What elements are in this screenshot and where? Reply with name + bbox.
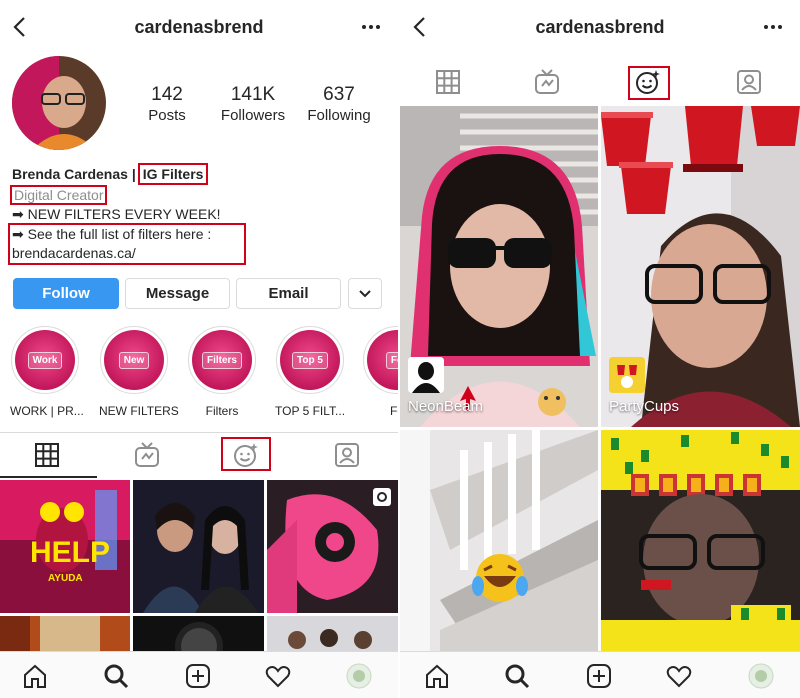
effect-tile-partycups[interactable]: PartyCups xyxy=(601,106,800,427)
profile-tabs xyxy=(0,432,398,478)
more-options-icon[interactable] xyxy=(360,14,382,40)
highlight-new-filters[interactable]: New NEW FILTERS xyxy=(99,326,179,418)
profile-panel-grid: cardenasbrend 142 Posts 141K Followers 6… xyxy=(0,0,398,698)
followers-label: Followers xyxy=(220,107,286,124)
profile-username: cardenasbrend xyxy=(535,17,665,37)
profile-header: cardenasbrend xyxy=(0,0,398,56)
effects-tab-annotation xyxy=(628,66,670,100)
profile-username: cardenasbrend xyxy=(134,17,264,37)
highlight-ring: New xyxy=(100,326,168,394)
effect-tile[interactable] xyxy=(601,430,800,651)
post-thumbnail[interactable] xyxy=(133,616,264,651)
effect-tile[interactable] xyxy=(400,430,598,651)
profile-tabs xyxy=(400,56,800,106)
posts-count: 142 xyxy=(151,84,183,105)
tagged-tab-icon[interactable] xyxy=(735,68,763,96)
bio-line-1: ➡ NEW FILTERS EVERY WEEK! xyxy=(12,206,221,222)
chevron-down-icon xyxy=(359,290,371,298)
home-icon[interactable] xyxy=(424,663,450,689)
highlight-ring: Filters xyxy=(188,326,256,394)
post-caption-subtext: AYUDA xyxy=(48,573,83,584)
new-post-icon[interactable] xyxy=(586,663,612,689)
profile-header: cardenasbrend xyxy=(400,0,800,56)
highlight-badge: Top 5 xyxy=(292,351,328,369)
highlight-badge: Filters xyxy=(201,351,242,369)
bio-annotation-box xyxy=(8,223,246,265)
highlight-ring: Work xyxy=(11,326,79,394)
profile-avatar-icon[interactable] xyxy=(346,663,372,689)
avatar[interactable] xyxy=(12,56,106,150)
bio-category: Digital Creator xyxy=(10,185,108,205)
heart-icon[interactable] xyxy=(265,663,291,689)
post-thumbnail[interactable] xyxy=(267,480,398,613)
highlight-label: NEW FILTERS xyxy=(99,404,179,418)
following-count: 637 xyxy=(323,84,355,105)
effects-tab-annotation xyxy=(221,437,271,471)
search-icon[interactable] xyxy=(103,663,129,689)
grid-tab-icon[interactable] xyxy=(434,68,462,96)
email-button[interactable]: Email xyxy=(236,278,341,309)
highlight-badge: Fo xyxy=(385,351,398,369)
highlight-top5[interactable]: Top 5 TOP 5 FILT... xyxy=(275,326,345,418)
followers-count: 141K xyxy=(230,84,276,105)
profile-avatar-icon[interactable] xyxy=(748,663,774,689)
tagged-tab-icon[interactable] xyxy=(333,441,361,469)
post-thumbnail[interactable] xyxy=(0,616,130,651)
following-stat[interactable]: 637 Following xyxy=(294,84,384,126)
highlight-filters[interactable]: Filters Filters xyxy=(187,326,257,418)
neonbeam-effect-icon xyxy=(408,357,444,393)
search-icon[interactable] xyxy=(504,663,530,689)
highlight-label: WORK | PR... xyxy=(10,404,84,418)
follow-button[interactable]: Follow xyxy=(13,278,119,309)
post-thumbnail[interactable]: HELP AYUDA xyxy=(0,480,130,613)
highlight-label: TOP 5 FILT... xyxy=(275,404,346,418)
grid-tab-icon[interactable] xyxy=(33,441,61,469)
post-thumbnail[interactable] xyxy=(133,480,264,613)
highlight-label: Filters xyxy=(205,404,239,418)
posts-label: Posts xyxy=(148,107,186,124)
more-options-icon[interactable] xyxy=(762,14,784,40)
highlight-ring: Fo xyxy=(363,326,398,394)
bottom-nav xyxy=(0,651,398,698)
suggested-dropdown-button[interactable] xyxy=(348,278,382,309)
heart-icon[interactable] xyxy=(666,663,692,689)
partycups-effect-icon xyxy=(609,357,645,393)
highlight-badge: New xyxy=(118,351,150,369)
message-button[interactable]: Message xyxy=(125,278,230,309)
posts-stat[interactable]: 142 Posts xyxy=(122,84,212,126)
highlight-badge: Work xyxy=(27,351,63,369)
effect-name: NeonBeam xyxy=(408,398,484,415)
bio-name: Brenda Cardenas | IG Filters xyxy=(12,163,209,185)
following-label: Following xyxy=(307,107,371,124)
home-icon[interactable] xyxy=(22,663,48,689)
post-caption-text: HELP xyxy=(30,536,111,569)
post-thumbnail[interactable] xyxy=(267,616,398,651)
highlight-work[interactable]: Work WORK | PR... xyxy=(10,326,84,418)
bio-name-tag: IG Filters xyxy=(137,163,209,185)
highlight-ring: Top 5 xyxy=(276,326,344,394)
bottom-nav xyxy=(400,651,800,698)
highlight-label: Fo xyxy=(389,404,398,418)
highlight-partial[interactable]: Fo Fo xyxy=(362,326,398,418)
igtv-tab-icon[interactable] xyxy=(133,441,161,469)
new-post-icon[interactable] xyxy=(185,663,211,689)
active-tab-indicator xyxy=(0,476,97,478)
profile-panel-effects: cardenasbrend NeonBeam PartyCups xyxy=(400,0,800,698)
effect-tile-neonbeam[interactable]: NeonBeam xyxy=(400,106,598,427)
effect-name: PartyCups xyxy=(609,398,680,415)
igtv-tab-icon[interactable] xyxy=(533,68,561,96)
followers-stat[interactable]: 141K Followers xyxy=(208,84,298,126)
bio-name-text: Brenda Cardenas | xyxy=(12,166,136,182)
